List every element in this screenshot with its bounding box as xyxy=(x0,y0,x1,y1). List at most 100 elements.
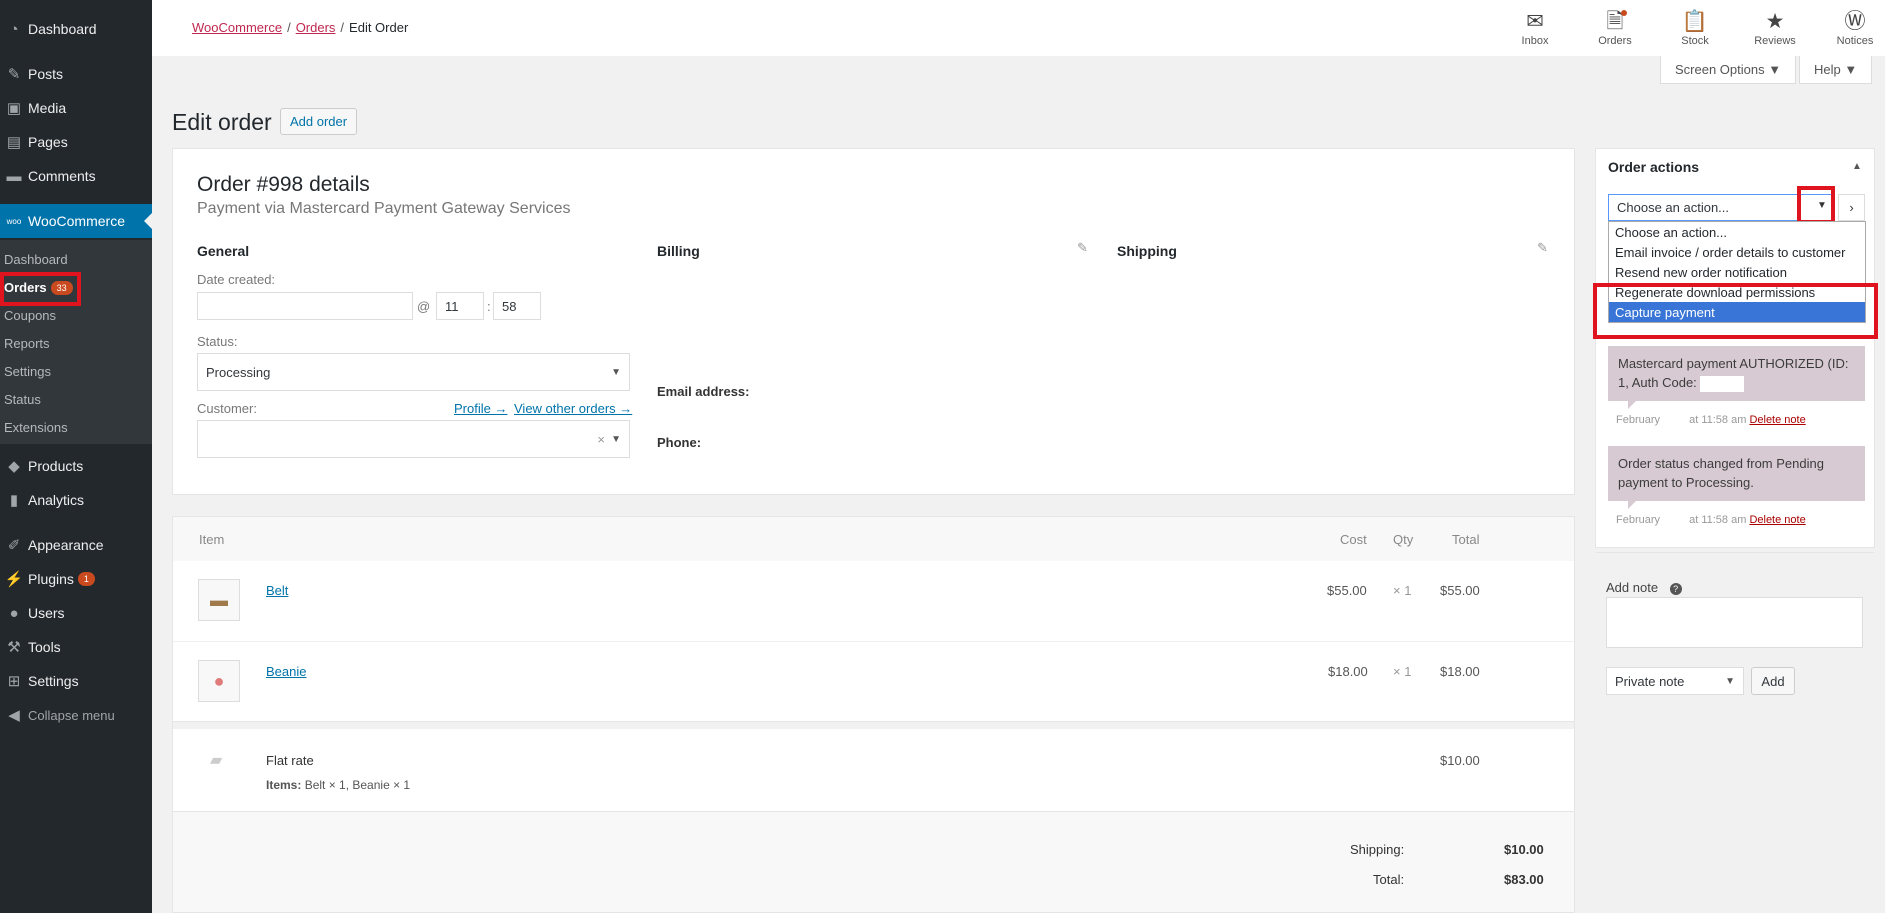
item-qty-beanie: × 1 xyxy=(1393,664,1412,679)
sidebar-item-analytics[interactable]: ▮ Analytics xyxy=(0,483,152,517)
header-notices[interactable]: Ⓦ Notices xyxy=(1825,8,1885,47)
order-note: Order status changed from Pending paymen… xyxy=(1608,446,1865,509)
header-stock[interactable]: 📋 Stock xyxy=(1665,8,1725,47)
edit-billing-icon[interactable]: ✎ xyxy=(1077,240,1088,256)
item-qty-belt: × 1 xyxy=(1393,583,1412,598)
products-icon: ◆ xyxy=(8,458,20,475)
time-colon: : xyxy=(487,299,491,314)
apply-action-button[interactable]: › xyxy=(1838,194,1865,221)
edit-shipping-icon[interactable]: ✎ xyxy=(1537,240,1548,256)
delete-note-link[interactable]: Delete note xyxy=(1749,514,1805,526)
totals-shipping-label: Shipping: xyxy=(1350,842,1405,857)
note-meta: February at 11:58 am Delete note xyxy=(1616,514,1806,526)
help-button[interactable]: Help ▼ xyxy=(1799,56,1873,84)
beanie-thumbnail: ● xyxy=(198,660,240,702)
chevron-down-icon: ▼ xyxy=(611,433,621,445)
stock-icon: 📋 xyxy=(1681,10,1709,33)
analytics-icon: ▮ xyxy=(9,492,19,509)
sidebar-item-users[interactable]: ● Users xyxy=(0,596,152,630)
shipping-heading: Shipping xyxy=(1117,243,1177,259)
add-order-button[interactable]: Add order xyxy=(280,108,358,135)
sidebar-item-settings[interactable]: ⊞ Settings xyxy=(0,664,152,698)
date-created-input[interactable] xyxy=(197,292,413,320)
item-total-beanie: $18.00 xyxy=(1440,664,1480,679)
submenu-extensions[interactable]: Extensions xyxy=(4,420,68,435)
submenu-reports[interactable]: Reports xyxy=(4,336,50,351)
date-created-label: Date created: xyxy=(197,272,276,287)
customer-profile-link[interactable]: Profile → xyxy=(454,401,507,416)
sidebar-item-posts[interactable]: ✎ Posts xyxy=(0,57,152,91)
shipping-line-total: $10.00 xyxy=(1440,753,1480,768)
shipping-method-name: Flat rate xyxy=(266,753,314,768)
header-reviews[interactable]: ★ Reviews xyxy=(1745,8,1805,47)
sidebar-item-comments[interactable]: ▬ Comments xyxy=(0,159,152,193)
shipping-line-body xyxy=(173,729,1574,812)
sidebar-item-appearance[interactable]: ✐ Appearance xyxy=(0,528,152,562)
truck-icon: ▰ xyxy=(210,752,223,769)
hour-input[interactable]: 11 xyxy=(436,292,484,320)
note-tail xyxy=(1628,401,1636,409)
action-option-choose[interactable]: Choose an action... xyxy=(1609,222,1865,242)
note-tail xyxy=(1628,501,1636,509)
clear-icon[interactable]: × xyxy=(597,432,605,447)
submenu-status[interactable]: Status xyxy=(4,392,41,407)
action-option-email-invoice[interactable]: Email invoice / order details to custome… xyxy=(1609,242,1865,262)
sidebar-item-woocommerce[interactable]: woo WooCommerce xyxy=(0,204,152,238)
collapse-icon: ◀ xyxy=(8,707,20,724)
belt-product-icon: ▬ xyxy=(210,589,228,610)
breadcrumb-orders[interactable]: Orders xyxy=(296,20,336,35)
add-note-button[interactable]: Add xyxy=(1751,667,1795,695)
highlight-capture-payment xyxy=(1593,283,1878,339)
submenu-settings[interactable]: Settings xyxy=(4,364,51,379)
item-name-beanie[interactable]: Beanie xyxy=(266,664,306,679)
at-sign: @ xyxy=(417,299,431,314)
item-name-belt[interactable]: Belt xyxy=(266,583,288,598)
pushpin-icon: ✎ xyxy=(7,66,21,83)
totals-total-label: Total: xyxy=(1373,872,1405,887)
sidebar-item-tools[interactable]: ⚒ Tools xyxy=(0,630,152,664)
collapse-panel-icon[interactable]: ▲ xyxy=(1852,161,1862,172)
general-heading: General xyxy=(197,243,250,259)
settings-icon: ⊞ xyxy=(7,673,21,690)
sidebar-item-products[interactable]: ◆ Products xyxy=(0,449,152,483)
header-inbox[interactable]: ✉ Inbox xyxy=(1505,8,1565,47)
sidebar-item-plugins[interactable]: ⚡ Plugins 1 xyxy=(0,562,152,596)
orders-notification-dot xyxy=(1621,10,1627,16)
brush-icon: ✐ xyxy=(7,537,21,554)
customer-select[interactable]: × ▼ xyxy=(197,420,630,458)
action-option-resend-notification[interactable]: Resend new order notification xyxy=(1609,262,1865,282)
highlight-dropdown-arrow xyxy=(1797,186,1835,224)
note-type-select[interactable]: Private note ▼ xyxy=(1606,667,1744,695)
sidebar-item-dashboard[interactable]: ◔ Dashboard xyxy=(0,12,152,46)
order-actions-title: Order actions xyxy=(1608,159,1700,175)
view-other-orders-link[interactable]: View other orders → xyxy=(514,401,632,416)
delete-note-link[interactable]: Delete note xyxy=(1749,414,1805,426)
dashboard-icon: ◔ xyxy=(9,20,19,38)
item-cost-belt: $55.00 xyxy=(1327,583,1367,598)
help-icon[interactable]: ? xyxy=(1669,583,1682,595)
breadcrumb-woocommerce[interactable]: WooCommerce xyxy=(192,20,282,35)
star-icon: ★ xyxy=(1765,10,1785,33)
highlight-orders xyxy=(0,272,81,306)
page-title: Edit order xyxy=(172,109,272,135)
sidebar-collapse-menu[interactable]: ◀ Collapse menu xyxy=(0,698,152,732)
payment-via: Payment via Mastercard Payment Gateway S… xyxy=(197,200,571,217)
orders-icon: 🗎 xyxy=(1606,10,1624,33)
chevron-down-icon: ▼ xyxy=(611,366,621,378)
sidebar-item-pages[interactable]: ▤ Pages xyxy=(0,125,152,159)
order-note: Mastercard payment AUTHORIZED (ID: 1, Au… xyxy=(1608,346,1865,409)
screen-options-button[interactable]: Screen Options ▼ xyxy=(1660,56,1797,84)
notes-divider xyxy=(1596,552,1874,553)
minute-input[interactable]: 58 xyxy=(493,292,541,320)
note-textarea[interactable] xyxy=(1606,597,1863,648)
customer-label: Customer: xyxy=(197,401,257,416)
beanie-product-icon: ● xyxy=(213,670,225,691)
media-icon: ▣ xyxy=(6,100,22,117)
sidebar-item-media[interactable]: ▣ Media xyxy=(0,91,152,125)
header-orders[interactable]: 🗎 Orders xyxy=(1585,8,1645,47)
submenu-dashboard[interactable]: Dashboard xyxy=(4,252,68,267)
woocommerce-header: WooCommerce / Orders / Edit Order ✉ Inbox 🗎 … xyxy=(152,0,1885,56)
status-select[interactable]: Processing ▼ xyxy=(197,353,630,391)
submenu-coupons[interactable]: Coupons xyxy=(4,308,56,323)
order-heading: Order #998 details xyxy=(197,173,370,196)
